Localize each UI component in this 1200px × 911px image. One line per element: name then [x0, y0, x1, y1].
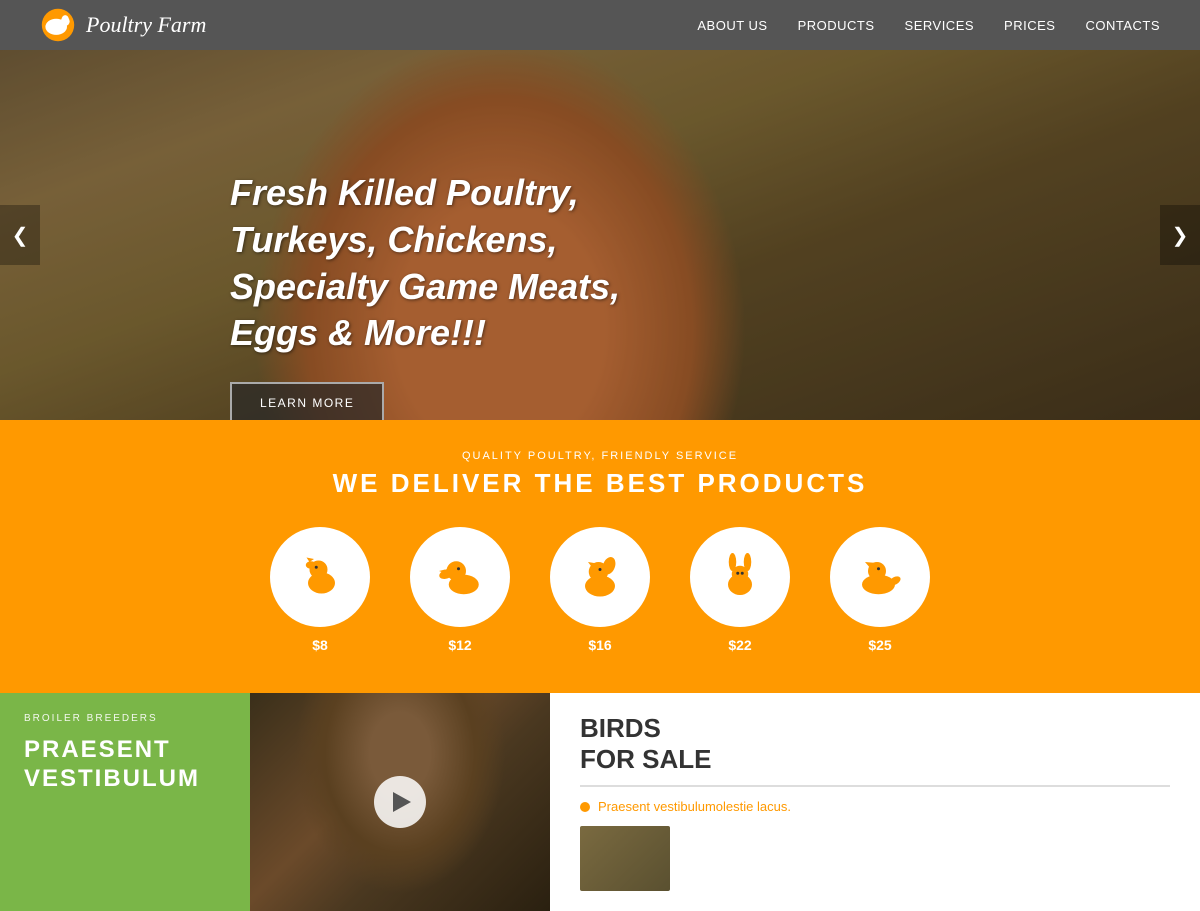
birds-title: BIRDS FOR SALE	[580, 713, 1170, 775]
nav-contacts[interactable]: CONTACTS	[1085, 18, 1160, 33]
product-price-4: $22	[728, 637, 751, 653]
product-price-3: $16	[588, 637, 611, 653]
logo-text: Poultry Farm	[86, 12, 206, 38]
birds-link-dot	[580, 802, 590, 812]
birds-divider	[580, 785, 1170, 787]
product-icon-2	[410, 527, 510, 627]
hero-prev-arrow[interactable]: ❮	[0, 205, 40, 265]
nav-about[interactable]: ABOUT US	[697, 18, 767, 33]
products-icons-row: $8 $12	[20, 527, 1180, 653]
products-subtitle: QUALITY POULTRY, FRIENDLY SERVICE	[20, 450, 1180, 462]
pheasant-icon	[850, 547, 910, 607]
product-icon-4	[690, 527, 790, 627]
product-item-5[interactable]: $25	[830, 527, 930, 653]
bottom-section: BROILER BREEDERS PRAESENT VESTIBULUM BIR…	[0, 693, 1200, 911]
turkey-icon	[570, 547, 630, 607]
hero-title: Fresh Killed Poultry, Turkeys, Chickens,…	[230, 170, 670, 357]
duck-icon	[430, 547, 490, 607]
nav-prices[interactable]: PRICES	[1004, 18, 1055, 33]
broiler-breeders-card: BROILER BREEDERS PRAESENT VESTIBULUM	[0, 693, 250, 911]
logo[interactable]: Poultry Farm	[40, 7, 206, 43]
chicken-icon	[290, 547, 350, 607]
product-icon-3	[550, 527, 650, 627]
birds-link[interactable]: Praesent vestibulumolestie lacus.	[580, 799, 1170, 814]
product-price-2: $12	[448, 637, 471, 653]
broiler-label: BROILER BREEDERS	[24, 713, 226, 724]
rabbit-icon	[710, 547, 770, 607]
header: Poultry Farm ABOUT US PRODUCTS SERVICES …	[0, 0, 1200, 50]
learn-more-button[interactable]: LEARN MORE	[230, 382, 384, 420]
product-price-5: $25	[868, 637, 891, 653]
product-price-1: $8	[312, 637, 328, 653]
product-item-2[interactable]: $12	[410, 527, 510, 653]
nav-products[interactable]: PRODUCTS	[798, 18, 875, 33]
birds-for-sale-panel: BIRDS FOR SALE Praesent vestibulumolesti…	[550, 693, 1200, 911]
play-button[interactable]	[374, 776, 426, 828]
nav-services[interactable]: SERVICES	[905, 18, 975, 33]
hero-next-arrow[interactable]: ❯	[1160, 205, 1200, 265]
product-icon-1	[270, 527, 370, 627]
products-title: WE DELIVER THE BEST PRODUCTS	[20, 468, 1180, 499]
product-item-4[interactable]: $22	[690, 527, 790, 653]
birds-images	[580, 826, 1170, 891]
main-nav: ABOUT US PRODUCTS SERVICES PRICES CONTAC…	[697, 18, 1160, 33]
product-item-1[interactable]: $8	[270, 527, 370, 653]
logo-icon	[40, 7, 76, 43]
hero-content: Fresh Killed Poultry, Turkeys, Chickens,…	[230, 170, 670, 420]
video-panel[interactable]	[250, 693, 550, 911]
birds-image-1	[580, 826, 670, 891]
product-icon-5	[830, 527, 930, 627]
broiler-title: PRAESENT VESTIBULUM	[24, 736, 226, 794]
product-item-3[interactable]: $16	[550, 527, 650, 653]
hero-section: Fresh Killed Poultry, Turkeys, Chickens,…	[0, 50, 1200, 420]
products-band: QUALITY POULTRY, FRIENDLY SERVICE WE DEL…	[0, 420, 1200, 693]
